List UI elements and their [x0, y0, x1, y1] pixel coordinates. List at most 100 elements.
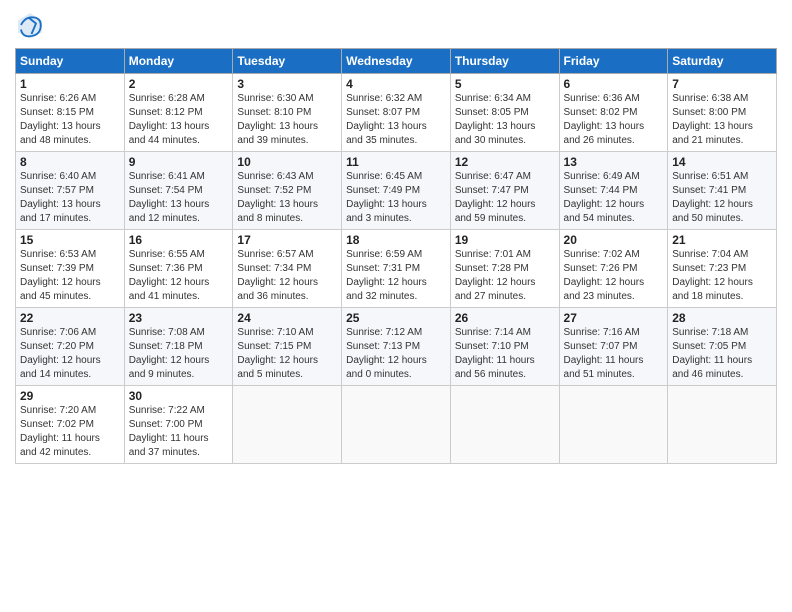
- day-cell-6: 6Sunrise: 6:36 AMSunset: 8:02 PMDaylight…: [559, 74, 668, 152]
- day-cell-25: 25Sunrise: 7:12 AMSunset: 7:13 PMDayligh…: [342, 308, 451, 386]
- daylight-line2: and 14 minutes.: [20, 368, 120, 382]
- day-detail: Sunrise: 7:01 AMSunset: 7:28 PMDaylight:…: [455, 248, 555, 304]
- day-cell-10: 10Sunrise: 6:43 AMSunset: 7:52 PMDayligh…: [233, 152, 342, 230]
- sunrise-text: Sunrise: 6:41 AM: [129, 170, 229, 184]
- sunrise-text: Sunrise: 6:34 AM: [455, 92, 555, 106]
- daylight-line2: and 30 minutes.: [455, 134, 555, 148]
- sunrise-text: Sunrise: 6:32 AM: [346, 92, 446, 106]
- sunset-text: Sunset: 7:54 PM: [129, 184, 229, 198]
- day-number: 12: [455, 155, 555, 169]
- daylight-line1: Daylight: 12 hours: [564, 198, 664, 212]
- day-number: 6: [564, 77, 664, 91]
- daylight-line2: and 45 minutes.: [20, 290, 120, 304]
- daylight-line2: and 42 minutes.: [20, 446, 120, 460]
- daylight-line1: Daylight: 13 hours: [20, 198, 120, 212]
- sunset-text: Sunset: 7:36 PM: [129, 262, 229, 276]
- sunrise-text: Sunrise: 6:55 AM: [129, 248, 229, 262]
- sunset-text: Sunset: 7:39 PM: [20, 262, 120, 276]
- sunrise-text: Sunrise: 7:14 AM: [455, 326, 555, 340]
- day-number: 7: [672, 77, 772, 91]
- daylight-line1: Daylight: 11 hours: [20, 432, 120, 446]
- daylight-line2: and 18 minutes.: [672, 290, 772, 304]
- sunset-text: Sunset: 7:02 PM: [20, 418, 120, 432]
- day-number: 24: [237, 311, 337, 325]
- day-number: 26: [455, 311, 555, 325]
- day-detail: Sunrise: 6:51 AMSunset: 7:41 PMDaylight:…: [672, 170, 772, 226]
- daylight-line2: and 48 minutes.: [20, 134, 120, 148]
- daylight-line2: and 56 minutes.: [455, 368, 555, 382]
- sunrise-text: Sunrise: 6:47 AM: [455, 170, 555, 184]
- day-number: 10: [237, 155, 337, 169]
- day-number: 30: [129, 389, 229, 403]
- weekday-header-wednesday: Wednesday: [342, 49, 451, 74]
- weekday-header-row: SundayMondayTuesdayWednesdayThursdayFrid…: [16, 49, 777, 74]
- sunset-text: Sunset: 8:02 PM: [564, 106, 664, 120]
- sunset-text: Sunset: 8:15 PM: [20, 106, 120, 120]
- day-cell-26: 26Sunrise: 7:14 AMSunset: 7:10 PMDayligh…: [450, 308, 559, 386]
- daylight-line2: and 54 minutes.: [564, 212, 664, 226]
- sunrise-text: Sunrise: 6:40 AM: [20, 170, 120, 184]
- daylight-line1: Daylight: 12 hours: [455, 276, 555, 290]
- sunset-text: Sunset: 7:20 PM: [20, 340, 120, 354]
- header-row: [15, 10, 777, 40]
- sunrise-text: Sunrise: 6:38 AM: [672, 92, 772, 106]
- day-cell-7: 7Sunrise: 6:38 AMSunset: 8:00 PMDaylight…: [668, 74, 777, 152]
- day-cell-28: 28Sunrise: 7:18 AMSunset: 7:05 PMDayligh…: [668, 308, 777, 386]
- daylight-line1: Daylight: 12 hours: [129, 276, 229, 290]
- day-number: 1: [20, 77, 120, 91]
- daylight-line2: and 12 minutes.: [129, 212, 229, 226]
- daylight-line1: Daylight: 13 hours: [129, 198, 229, 212]
- daylight-line1: Daylight: 12 hours: [237, 354, 337, 368]
- daylight-line1: Daylight: 13 hours: [672, 120, 772, 134]
- sunset-text: Sunset: 7:13 PM: [346, 340, 446, 354]
- sunset-text: Sunset: 7:52 PM: [237, 184, 337, 198]
- logo: [15, 10, 49, 40]
- daylight-line1: Daylight: 11 hours: [455, 354, 555, 368]
- daylight-line1: Daylight: 11 hours: [564, 354, 664, 368]
- day-detail: Sunrise: 6:40 AMSunset: 7:57 PMDaylight:…: [20, 170, 120, 226]
- day-cell-21: 21Sunrise: 7:04 AMSunset: 7:23 PMDayligh…: [668, 230, 777, 308]
- day-detail: Sunrise: 6:55 AMSunset: 7:36 PMDaylight:…: [129, 248, 229, 304]
- day-detail: Sunrise: 6:53 AMSunset: 7:39 PMDaylight:…: [20, 248, 120, 304]
- day-detail: Sunrise: 7:04 AMSunset: 7:23 PMDaylight:…: [672, 248, 772, 304]
- empty-cell: [559, 386, 668, 464]
- calendar-page: SundayMondayTuesdayWednesdayThursdayFrid…: [0, 0, 792, 612]
- sunset-text: Sunset: 7:57 PM: [20, 184, 120, 198]
- day-number: 18: [346, 233, 446, 247]
- sunrise-text: Sunrise: 7:20 AM: [20, 404, 120, 418]
- sunset-text: Sunset: 7:47 PM: [455, 184, 555, 198]
- sunset-text: Sunset: 7:41 PM: [672, 184, 772, 198]
- day-cell-29: 29Sunrise: 7:20 AMSunset: 7:02 PMDayligh…: [16, 386, 125, 464]
- day-detail: Sunrise: 6:38 AMSunset: 8:00 PMDaylight:…: [672, 92, 772, 148]
- daylight-line1: Daylight: 13 hours: [129, 120, 229, 134]
- day-number: 23: [129, 311, 229, 325]
- daylight-line2: and 9 minutes.: [129, 368, 229, 382]
- day-cell-3: 3Sunrise: 6:30 AMSunset: 8:10 PMDaylight…: [233, 74, 342, 152]
- daylight-line2: and 17 minutes.: [20, 212, 120, 226]
- sunset-text: Sunset: 7:00 PM: [129, 418, 229, 432]
- sunrise-text: Sunrise: 6:53 AM: [20, 248, 120, 262]
- daylight-line2: and 44 minutes.: [129, 134, 229, 148]
- day-number: 19: [455, 233, 555, 247]
- daylight-line2: and 27 minutes.: [455, 290, 555, 304]
- day-cell-16: 16Sunrise: 6:55 AMSunset: 7:36 PMDayligh…: [124, 230, 233, 308]
- sunset-text: Sunset: 7:26 PM: [564, 262, 664, 276]
- day-detail: Sunrise: 6:49 AMSunset: 7:44 PMDaylight:…: [564, 170, 664, 226]
- weekday-header-friday: Friday: [559, 49, 668, 74]
- day-cell-20: 20Sunrise: 7:02 AMSunset: 7:26 PMDayligh…: [559, 230, 668, 308]
- day-detail: Sunrise: 6:26 AMSunset: 8:15 PMDaylight:…: [20, 92, 120, 148]
- daylight-line2: and 39 minutes.: [237, 134, 337, 148]
- day-number: 17: [237, 233, 337, 247]
- sunset-text: Sunset: 7:15 PM: [237, 340, 337, 354]
- daylight-line1: Daylight: 12 hours: [672, 198, 772, 212]
- day-number: 5: [455, 77, 555, 91]
- daylight-line1: Daylight: 12 hours: [237, 276, 337, 290]
- daylight-line2: and 51 minutes.: [564, 368, 664, 382]
- daylight-line2: and 37 minutes.: [129, 446, 229, 460]
- sunrise-text: Sunrise: 7:16 AM: [564, 326, 664, 340]
- day-detail: Sunrise: 6:59 AMSunset: 7:31 PMDaylight:…: [346, 248, 446, 304]
- day-cell-17: 17Sunrise: 6:57 AMSunset: 7:34 PMDayligh…: [233, 230, 342, 308]
- daylight-line1: Daylight: 12 hours: [672, 276, 772, 290]
- daylight-line2: and 32 minutes.: [346, 290, 446, 304]
- sunset-text: Sunset: 7:07 PM: [564, 340, 664, 354]
